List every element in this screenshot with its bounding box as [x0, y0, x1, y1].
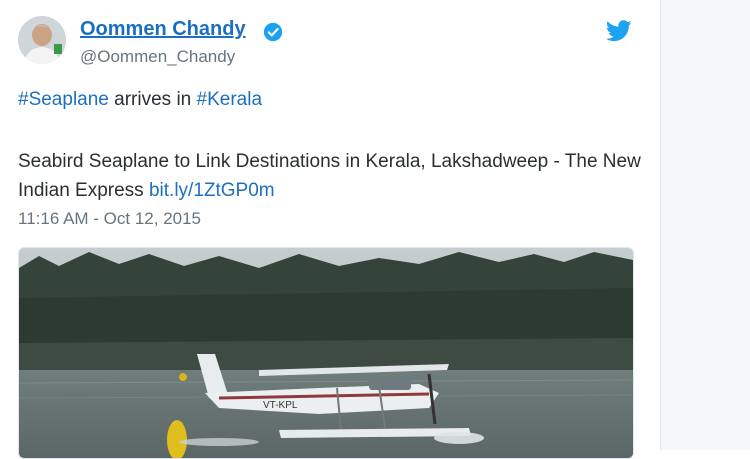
aircraft-registration: VT-KPL: [263, 400, 298, 411]
page-right-gutter: [660, 0, 750, 450]
author-name-link[interactable]: Oommen Chandy: [80, 18, 246, 41]
author-handle[interactable]: @Oommen_Chandy: [80, 47, 235, 67]
tweet-body: Seabird Seaplane to Link Destinations in…: [18, 147, 648, 205]
tweet-timestamp-link[interactable]: 11:16 AM - Oct 12, 2015: [18, 209, 201, 229]
avatar-photo: [18, 16, 66, 64]
tweet-text-line: #Seaplane arrives in #Kerala: [18, 89, 262, 111]
seaplane-photo: VT-KPL: [19, 248, 633, 458]
embedded-tweet: Oommen Chandy @Oommen_Chandy #Seaplane a…: [0, 0, 660, 459]
article-title-text: Seabird Seaplane to Link Destinations in…: [18, 151, 641, 201]
short-url-link[interactable]: bit.ly/1ZtGP0m: [149, 180, 275, 201]
verified-badge-icon: [263, 22, 283, 42]
twitter-bird-icon[interactable]: [606, 20, 632, 42]
avatar[interactable]: [18, 16, 66, 64]
tweet-media-photo[interactable]: VT-KPL: [18, 247, 634, 459]
tweet-text-plain: arrives in: [114, 89, 192, 110]
hashtag-kerala-link[interactable]: #Kerala: [197, 89, 263, 110]
hashtag-seaplane-link[interactable]: #Seaplane: [18, 89, 109, 110]
